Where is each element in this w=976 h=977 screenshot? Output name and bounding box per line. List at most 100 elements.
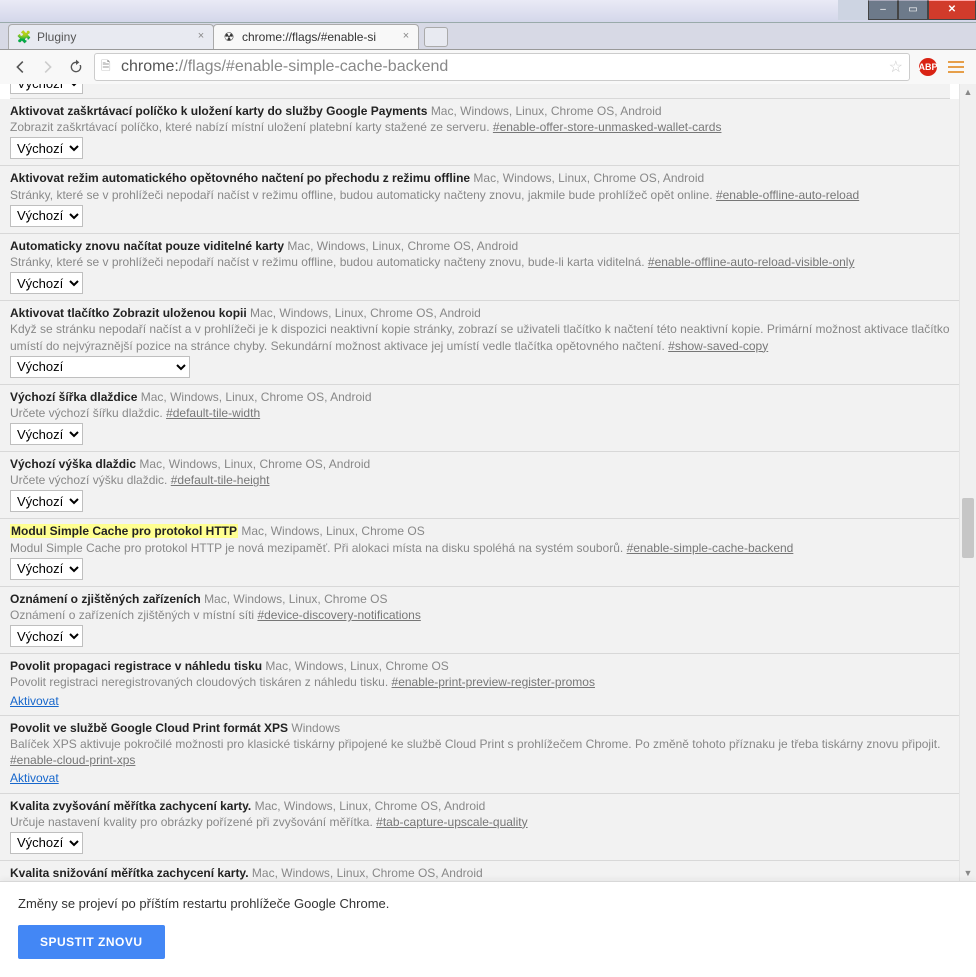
flag-select[interactable]: Výchozí <box>10 558 83 580</box>
flag-title: Povolit ve službě Google Cloud Print for… <box>10 721 288 735</box>
flag-title-line: Modul Simple Cache pro protokol HTTP Mac… <box>10 523 950 539</box>
flag-title-line: Kvalita zvyšování měřítka zachycení kart… <box>10 798 950 814</box>
flag-platforms: Mac, Windows, Linux, Chrome OS, Android <box>250 306 481 320</box>
window-maximize-button[interactable]: ▭ <box>898 0 928 20</box>
window-minimize-button[interactable]: – <box>868 0 898 20</box>
flag-select[interactable]: Výchozí <box>10 137 83 159</box>
flag-hash-link[interactable]: #show-saved-copy <box>668 339 768 353</box>
flag-item: Aktivovat zaškrtávací políčko k uložení … <box>0 99 960 166</box>
flag-title: Kvalita zvyšování měřítka zachycení kart… <box>10 799 251 813</box>
scroll-up-arrow-icon[interactable]: ▲ <box>960 84 976 100</box>
flag-title: Výchozí výška dlaždic <box>10 457 136 471</box>
flag-description: Určete výchozí šířku dlaždic. #default-t… <box>10 405 950 421</box>
reload-icon <box>68 59 84 75</box>
bookmark-star-icon[interactable]: ☆ <box>889 57 903 77</box>
flag-control-row: Výchozí <box>10 137 950 159</box>
tab-pluginy[interactable]: 🧩 Pluginy × <box>8 24 214 49</box>
flag-title: Aktivovat režim automatického opětovného… <box>10 171 470 185</box>
flag-title: Výchozí šířka dlaždice <box>10 390 137 404</box>
page-icon: 🗎 <box>101 57 115 78</box>
scrollbar-track[interactable] <box>960 100 976 865</box>
relaunch-bar: Změny se projeví po příštím restartu pro… <box>0 881 976 977</box>
flag-select[interactable]: Výchozí <box>10 625 83 647</box>
flag-title: Automaticky znovu načítat pouze viditeln… <box>10 239 284 253</box>
window-titlebar: – ▭ ✕ <box>0 0 976 23</box>
flag-control-row: Výchozí <box>10 423 950 445</box>
flag-item: Výchozí šířka dlaždice Mac, Windows, Lin… <box>0 385 960 452</box>
flag-platforms: Mac, Windows, Linux, Chrome OS, Android <box>431 104 662 118</box>
flag-control-row: Výchozí <box>10 272 950 294</box>
flag-partial-top: Výchozí <box>10 84 950 99</box>
flag-control-row: Výchozí <box>10 205 950 227</box>
flag-activate-link[interactable]: Aktivovat <box>10 694 59 708</box>
flag-control-row: Výchozí <box>10 625 950 647</box>
flag-activate-link[interactable]: Aktivovat <box>10 771 59 785</box>
flag-select[interactable]: Výchozí <box>10 423 83 445</box>
reload-button[interactable] <box>62 53 90 81</box>
omnibox-url: chrome://flags/#enable-simple-cache-back… <box>121 58 889 76</box>
omnibox[interactable]: 🗎 chrome://flags/#enable-simple-cache-ba… <box>94 53 910 81</box>
flag-control-row: Aktivovat <box>10 770 950 786</box>
flag-platforms: Mac, Windows, Linux, Chrome OS, Android <box>252 866 483 880</box>
close-icon[interactable]: × <box>195 30 207 42</box>
flag-hash-link[interactable]: #default-tile-height <box>171 473 270 487</box>
flag-item: Povolit ve službě Google Cloud Print for… <box>0 716 960 794</box>
flag-description: Povolit registraci neregistrovaných clou… <box>10 674 950 690</box>
flag-platforms: Windows <box>291 721 340 735</box>
flag-select[interactable]: Výchozí <box>10 356 190 378</box>
flag-title-line: Povolit propagaci registrace v náhledu t… <box>10 658 950 674</box>
adblock-plus-button[interactable]: ABP <box>914 53 942 81</box>
flag-platforms: Mac, Windows, Linux, Chrome OS, Android <box>255 799 486 813</box>
flag-description-text: Modul Simple Cache pro protokol HTTP je … <box>10 541 623 555</box>
window-spacer <box>838 0 868 20</box>
flag-hash-link[interactable]: #device-discovery-notifications <box>257 608 420 622</box>
flag-select[interactable]: Výchozí <box>10 84 83 94</box>
flag-hash-link[interactable]: #enable-print-preview-register-promos <box>392 675 595 689</box>
flag-description: Balíček XPS aktivuje pokročilé možnosti … <box>10 736 950 768</box>
scroll-down-arrow-icon[interactable]: ▼ <box>960 865 976 881</box>
flag-select[interactable]: Výchozí <box>10 490 83 512</box>
vertical-scrollbar[interactable]: ▲ ▼ <box>959 84 976 881</box>
tab-label: Pluginy <box>37 30 76 44</box>
relaunch-button[interactable]: SPUSTIT ZNOVU <box>18 925 165 959</box>
flag-hash-link[interactable]: #default-tile-width <box>166 406 260 420</box>
flag-title-line: Aktivovat tlačítko Zobrazit uloženou kop… <box>10 305 950 321</box>
chrome-menu-button[interactable] <box>942 53 970 81</box>
hamburger-icon <box>948 61 964 73</box>
flag-hash-link[interactable]: #enable-offline-auto-reload <box>716 188 859 202</box>
flag-description-text: Určete výchozí šířku dlaždic. <box>10 406 163 420</box>
flag-select[interactable]: Výchozí <box>10 272 83 294</box>
scrollbar-thumb[interactable] <box>962 498 974 558</box>
arrow-left-icon <box>11 58 29 76</box>
flag-description-text: Povolit registraci neregistrovaných clou… <box>10 675 388 689</box>
flag-description-text: Když se stránku nepodaří načíst a v proh… <box>10 322 950 352</box>
flag-title-line: Oznámení o zjištěných zařízeních Mac, Wi… <box>10 591 950 607</box>
flag-hash-link[interactable]: #enable-simple-cache-backend <box>627 541 794 555</box>
back-button[interactable] <box>6 53 34 81</box>
new-tab-button[interactable] <box>424 27 448 47</box>
forward-button[interactable] <box>34 53 62 81</box>
flag-platforms: Mac, Windows, Linux, Chrome OS, Android <box>141 390 372 404</box>
flag-select[interactable]: Výchozí <box>10 832 83 854</box>
flag-description-text: Určuje nastavení kvality pro obrázky poř… <box>10 815 373 829</box>
flag-title: Aktivovat zaškrtávací políčko k uložení … <box>10 104 427 118</box>
tab-flags[interactable]: ☢ chrome://flags/#enable-si × <box>213 24 419 49</box>
flag-hash-link[interactable]: #enable-offline-auto-reload-visible-only <box>648 255 855 269</box>
flag-title-line: Kvalita snižování měřítka zachycení kart… <box>10 865 950 881</box>
flag-platforms: Mac, Windows, Linux, Chrome OS, Android <box>139 457 370 471</box>
flag-description: Určuje nastavení kvality pro obrázky poř… <box>10 814 950 830</box>
flag-select[interactable]: Výchozí <box>10 205 83 227</box>
flag-description-text: Stránky, které se v prohlížeči nepodaří … <box>10 255 645 269</box>
flag-hash-link[interactable]: #enable-offer-store-unmasked-wallet-card… <box>493 120 722 134</box>
flag-hash-link[interactable]: #enable-cloud-print-xps <box>10 753 135 767</box>
flag-hash-link[interactable]: #tab-capture-upscale-quality <box>376 815 527 829</box>
flag-control-row: Výchozí <box>10 356 950 378</box>
close-icon[interactable]: × <box>400 30 412 42</box>
flag-platforms: Mac, Windows, Linux, Chrome OS <box>204 592 387 606</box>
window-close-button[interactable]: ✕ <box>928 0 976 20</box>
flag-title-line: Povolit ve službě Google Cloud Print for… <box>10 720 950 736</box>
flag-description: Modul Simple Cache pro protokol HTTP je … <box>10 540 950 556</box>
flag-item: Oznámení o zjištěných zařízeních Mac, Wi… <box>0 587 960 654</box>
flag-description: Určete výchozí výšku dlaždic. #default-t… <box>10 472 950 488</box>
flag-description-text: Balíček XPS aktivuje pokročilé možnosti … <box>10 737 940 751</box>
